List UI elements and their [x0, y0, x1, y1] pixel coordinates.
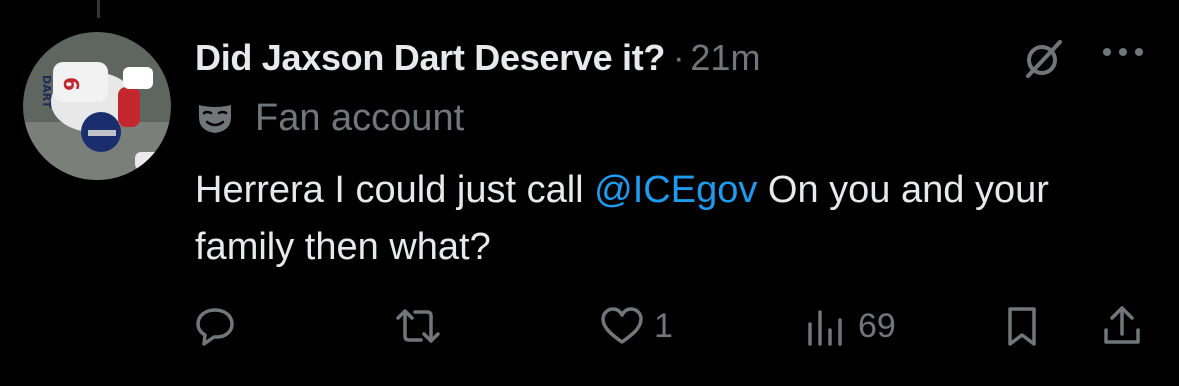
action-bar: 1 69	[0, 302, 1179, 350]
reply-icon	[196, 308, 234, 346]
mention-link[interactable]: @ICEgov	[594, 169, 757, 211]
more-dots-icon[interactable]	[1100, 40, 1146, 64]
svg-text:DART: DART	[40, 75, 53, 109]
like-count: 1	[654, 306, 673, 345]
views-count: 69	[858, 306, 896, 345]
retweet-button[interactable]	[394, 302, 450, 350]
share-button[interactable]	[1100, 302, 1144, 350]
mask-icon	[199, 105, 231, 133]
views-chart-icon	[808, 310, 842, 346]
bookmark-button[interactable]	[1000, 302, 1044, 350]
separator-dot: ·	[673, 38, 685, 77]
svg-text:6: 6	[59, 77, 83, 91]
reply-button[interactable]	[193, 302, 245, 350]
tweet-header: Did Jaxson Dart Deserve it? · 21m	[195, 32, 760, 84]
avatar-image: 6 DART	[23, 32, 171, 180]
like-button[interactable]: 1	[598, 302, 673, 350]
grok-icon[interactable]	[1020, 36, 1066, 82]
avatar[interactable]: 6 DART	[23, 32, 171, 180]
retweet-icon	[396, 309, 440, 343]
thread-line	[97, 0, 100, 18]
bookmark-icon	[1008, 307, 1036, 346]
account-label: Fan account	[195, 96, 464, 140]
tweet-text: Herrera I could just call @ICEgov On you…	[195, 162, 1095, 276]
timestamp[interactable]: 21m	[690, 37, 760, 79]
share-icon	[1104, 306, 1140, 344]
heart-icon	[601, 307, 643, 344]
account-label-text: Fan account	[255, 96, 465, 139]
display-name[interactable]: Did Jaxson Dart Deserve it?	[195, 37, 665, 79]
views-button[interactable]: 69	[802, 302, 896, 350]
tweet-text-before: Herrera I could just call	[195, 169, 595, 211]
